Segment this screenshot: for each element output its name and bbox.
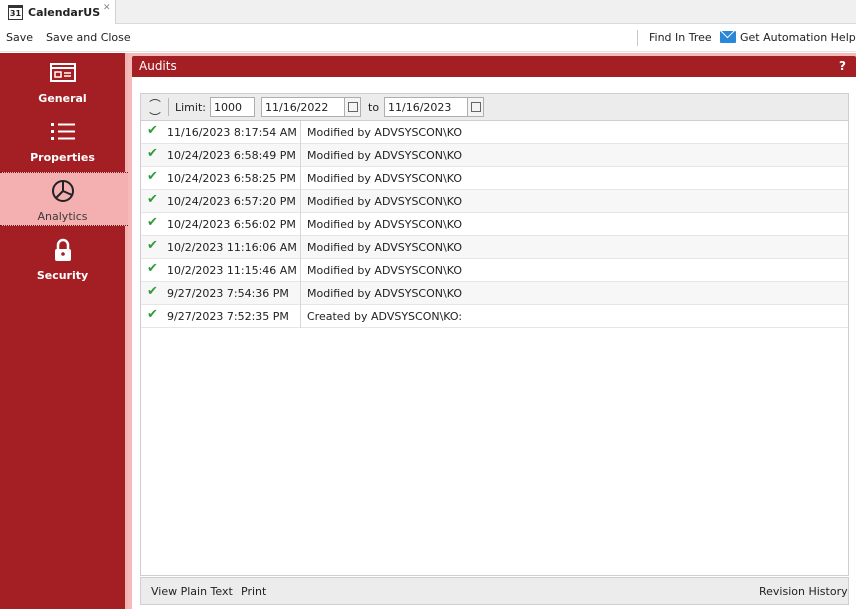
to-label: to bbox=[368, 101, 380, 114]
help-button[interactable]: ? bbox=[839, 56, 846, 77]
panel-header: Audits ? bbox=[132, 56, 856, 77]
refresh-icon[interactable] bbox=[147, 99, 163, 115]
column-separator bbox=[300, 190, 301, 213]
audit-description: Modified by ADVSYSCON\KO bbox=[307, 126, 462, 139]
table-row[interactable]: ✔ 10/24/2023 6:58:25 PM Modified by ADVS… bbox=[141, 167, 848, 190]
revision-history-button[interactable]: Revision History bbox=[759, 585, 848, 598]
audit-date: 10/24/2023 6:58:49 PM bbox=[167, 149, 296, 162]
column-separator bbox=[300, 167, 301, 190]
panel-title: Audits bbox=[139, 59, 177, 73]
table-row[interactable]: ✔ 11/16/2023 8:17:54 AM Modified by ADVS… bbox=[141, 121, 848, 144]
column-separator bbox=[300, 282, 301, 305]
audit-description: Modified by ADVSYSCON\KO bbox=[307, 172, 462, 185]
audit-date: 10/24/2023 6:56:02 PM bbox=[167, 218, 296, 231]
toolbar-separator bbox=[637, 30, 638, 46]
sidebar: General Properties Analytics Security bbox=[0, 53, 128, 609]
audit-date: 10/24/2023 6:58:25 PM bbox=[167, 172, 296, 185]
sidebar-item-properties[interactable]: Properties bbox=[0, 114, 128, 168]
column-separator bbox=[300, 236, 301, 259]
sidebar-item-security[interactable]: Security bbox=[0, 232, 128, 286]
list-icon bbox=[51, 123, 75, 140]
column-separator bbox=[300, 144, 301, 167]
sidebar-item-label: General bbox=[38, 92, 87, 105]
save-and-close-button[interactable]: Save and Close bbox=[46, 31, 131, 44]
sidebar-item-analytics[interactable]: Analytics bbox=[0, 172, 128, 226]
table-row[interactable]: ✔ 10/24/2023 6:58:49 PM Modified by ADVS… bbox=[141, 144, 848, 167]
grid-footer: View Plain Text Print Revision History bbox=[140, 577, 849, 605]
tab-title: CalendarUS bbox=[28, 5, 101, 19]
audit-date: 10/2/2023 11:16:06 AM bbox=[167, 241, 297, 254]
view-plain-text-button[interactable]: View Plain Text bbox=[151, 585, 233, 598]
audit-date: 10/24/2023 6:57:20 PM bbox=[167, 195, 296, 208]
column-separator bbox=[300, 259, 301, 282]
table-row[interactable]: ✔ 10/24/2023 6:56:02 PM Modified by ADVS… bbox=[141, 213, 848, 236]
table-row[interactable]: ✔ 9/27/2023 7:52:35 PM Created by ADVSYS… bbox=[141, 305, 848, 328]
table-row[interactable]: ✔ 10/2/2023 11:16:06 AM Modified by ADVS… bbox=[141, 236, 848, 259]
pie-chart-icon bbox=[52, 180, 74, 202]
check-icon: ✔ bbox=[147, 284, 158, 299]
lock-icon bbox=[55, 238, 71, 261]
audit-description: Created by ADVSYSCON\KO: bbox=[307, 310, 463, 323]
close-icon[interactable]: ✕ bbox=[103, 3, 111, 13]
calendar-icon: 31 bbox=[8, 4, 23, 20]
table-row[interactable]: ✔ 10/24/2023 6:57:20 PM Modified by ADVS… bbox=[141, 190, 848, 213]
limit-label: Limit: bbox=[175, 101, 206, 114]
print-button[interactable]: Print bbox=[241, 585, 266, 598]
sidebar-item-label: Security bbox=[36, 269, 89, 282]
check-icon: ✔ bbox=[147, 192, 158, 207]
sidebar-item-label: Analytics bbox=[37, 210, 88, 223]
panel-body: Limit: to ✔ 11/16/2023 8:17:54 AM Modifi… bbox=[132, 77, 856, 609]
audit-description: Modified by ADVSYSCON\KO bbox=[307, 287, 462, 300]
audit-date: 9/27/2023 7:52:35 PM bbox=[167, 310, 289, 323]
check-icon: ✔ bbox=[147, 261, 158, 276]
audit-date: 9/27/2023 7:54:36 PM bbox=[167, 287, 289, 300]
audit-description: Modified by ADVSYSCON\KO bbox=[307, 241, 462, 254]
sidebar-item-label: Properties bbox=[30, 151, 95, 164]
column-separator bbox=[300, 213, 301, 236]
audit-description: Modified by ADVSYSCON\KO bbox=[307, 218, 462, 231]
audit-description: Modified by ADVSYSCON\KO bbox=[307, 195, 462, 208]
tab-strip: 31 CalendarUS ✕ bbox=[0, 0, 856, 24]
get-automation-help-button[interactable]: Get Automation Help... bbox=[740, 31, 856, 44]
check-icon: ✔ bbox=[147, 123, 158, 138]
filter-separator bbox=[168, 98, 169, 116]
to-calendar-icon[interactable] bbox=[467, 98, 483, 116]
check-icon: ✔ bbox=[147, 169, 158, 184]
audits-grid: ✔ 11/16/2023 8:17:54 AM Modified by ADVS… bbox=[140, 121, 849, 576]
table-row[interactable]: ✔ 9/27/2023 7:54:36 PM Modified by ADVSY… bbox=[141, 282, 848, 305]
column-separator bbox=[300, 121, 301, 144]
table-row[interactable]: ✔ 10/2/2023 11:15:46 AM Modified by ADVS… bbox=[141, 259, 848, 282]
find-in-tree-button[interactable]: Find In Tree bbox=[649, 31, 712, 44]
save-button[interactable]: Save bbox=[6, 31, 33, 44]
check-icon: ✔ bbox=[147, 307, 158, 322]
toolbar: Save Save and Close Find In Tree Get Aut… bbox=[0, 24, 856, 52]
check-icon: ✔ bbox=[147, 238, 158, 253]
tab-calendarus[interactable]: 31 CalendarUS ✕ bbox=[0, 0, 116, 24]
limit-input[interactable] bbox=[210, 97, 255, 117]
filter-bar: Limit: to bbox=[140, 93, 849, 121]
form-icon bbox=[50, 63, 76, 82]
audits-panel: Audits ? Limit: to ✔ 11/16/2023 8:17:54 … bbox=[128, 53, 856, 609]
audit-date: 11/16/2023 8:17:54 AM bbox=[167, 126, 297, 139]
check-icon: ✔ bbox=[147, 146, 158, 161]
column-separator bbox=[300, 305, 301, 328]
audit-description: Modified by ADVSYSCON\KO bbox=[307, 264, 462, 277]
check-icon: ✔ bbox=[147, 215, 158, 230]
mail-icon bbox=[720, 31, 736, 43]
audit-date: 10/2/2023 11:15:46 AM bbox=[167, 264, 297, 277]
from-calendar-icon[interactable] bbox=[344, 98, 360, 116]
sidebar-item-general[interactable]: General bbox=[0, 55, 128, 109]
audit-description: Modified by ADVSYSCON\KO bbox=[307, 149, 462, 162]
